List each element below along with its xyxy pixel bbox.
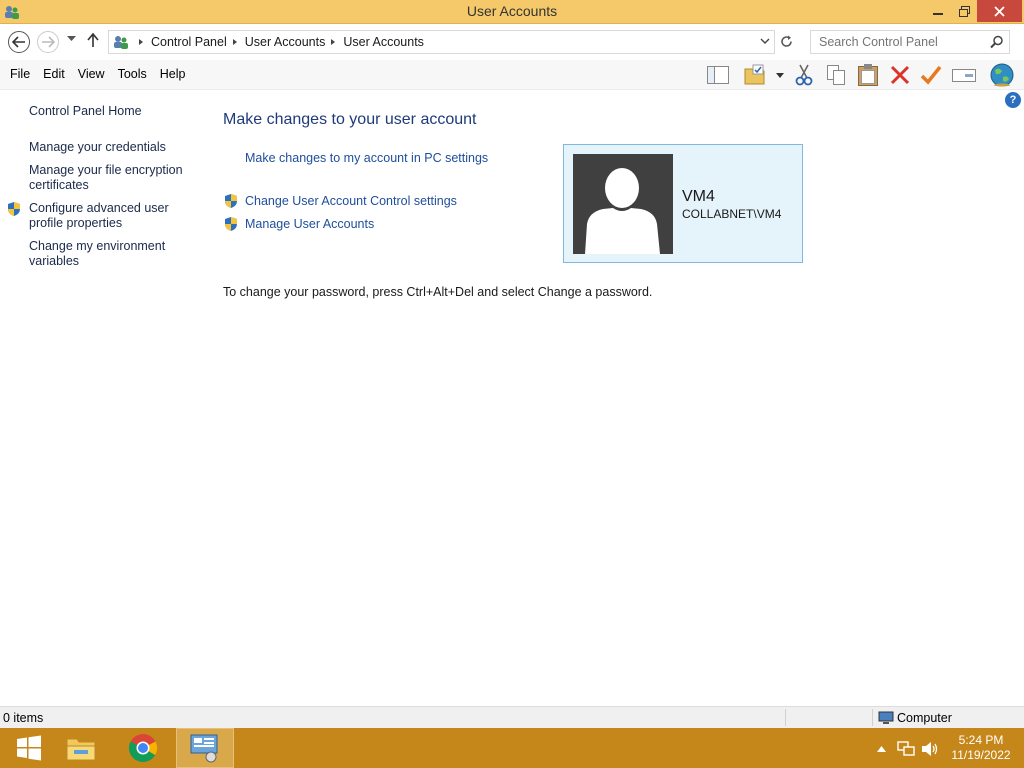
start-button[interactable] [0, 728, 58, 768]
taskbar-control-panel[interactable] [176, 728, 234, 768]
search-icon[interactable] [990, 35, 1004, 49]
breadcrumb-chevron-icon[interactable] [139, 39, 143, 45]
help-icon[interactable]: ? [1005, 92, 1021, 108]
menu-bar: File Edit View Tools Help [0, 67, 188, 81]
delete-button[interactable] [887, 62, 913, 88]
refresh-button[interactable] [777, 32, 795, 50]
uac-shield-icon [8, 202, 20, 216]
breadcrumb-chevron-icon[interactable] [331, 39, 336, 45]
taskbar-chrome[interactable] [114, 728, 172, 768]
chevron-down-icon[interactable] [776, 73, 784, 78]
windows-start-icon [17, 735, 41, 761]
check-icon [920, 65, 942, 85]
close-button[interactable] [977, 0, 1022, 22]
menu-tools[interactable]: Tools [108, 67, 147, 81]
file-explorer-icon [66, 738, 96, 761]
account-card: VM4 COLLABNET\VM4 [563, 144, 803, 263]
chevron-down-icon[interactable] [760, 38, 770, 45]
forward-arrow-icon [42, 36, 55, 48]
show-hidden-icons-icon[interactable] [877, 746, 886, 752]
uac-settings-link[interactable]: Change User Account Control settings [245, 194, 457, 208]
control-panel-icon [114, 36, 128, 49]
uac-shield-icon [225, 194, 237, 208]
rename-button[interactable] [951, 62, 977, 88]
up-arrow-icon[interactable] [87, 33, 99, 47]
menu-help[interactable]: Help [150, 67, 186, 81]
avatar [573, 154, 673, 254]
item-count: 0 items [3, 711, 44, 725]
clock-date: 11/19/2022 [951, 748, 1011, 762]
location-label: Computer [897, 711, 952, 725]
sidebar-item-advanced-user-profile[interactable]: Configure advanced user profile properti… [29, 201, 199, 231]
sidebar-item-manage-credentials[interactable]: Manage your credentials [29, 140, 199, 155]
volume-icon[interactable] [921, 741, 939, 757]
back-button[interactable] [8, 31, 30, 53]
minimize-icon [933, 13, 943, 15]
copy-icon [827, 65, 845, 85]
breadcrumb-user-accounts[interactable]: User Accounts [245, 35, 326, 49]
sidebar-item-file-encryption-certificates[interactable]: Manage your file encryption certificates [29, 163, 199, 193]
breadcrumb-user-accounts-current[interactable]: User Accounts [343, 35, 424, 49]
menu-toolbar-row: File Edit View Tools Help [0, 60, 1024, 90]
search-box[interactable] [810, 30, 1010, 54]
check-button[interactable] [918, 62, 944, 88]
manage-user-accounts-link[interactable]: Manage User Accounts [245, 217, 374, 231]
user-silhouette-icon [585, 168, 660, 254]
control-panel-icon [190, 734, 218, 763]
account-name: VM4 [682, 188, 715, 205]
rename-icon [952, 69, 976, 82]
pc-settings-link[interactable]: Make changes to my account in PC setting… [245, 151, 488, 165]
copy-button[interactable] [823, 62, 849, 88]
computer-icon [878, 711, 894, 724]
back-arrow-icon [12, 36, 25, 48]
breadcrumb-control-panel[interactable]: Control Panel [151, 35, 227, 49]
chrome-icon [128, 734, 158, 762]
paste-button[interactable] [855, 62, 881, 88]
breadcrumb: Control Panel User Accounts User Account… [133, 35, 424, 49]
menu-file[interactable]: File [0, 67, 30, 81]
uac-shield-icon [225, 217, 237, 231]
paste-icon [858, 64, 878, 86]
restore-button[interactable] [949, 0, 979, 22]
cut-icon [795, 64, 813, 86]
delete-icon [890, 65, 910, 85]
status-divider [872, 709, 873, 726]
window-title: User Accounts [466, 3, 558, 19]
recent-locations-dropdown[interactable] [67, 36, 76, 42]
restore-icon [958, 5, 970, 17]
taskbar-clock[interactable]: 5:24 PM 11/19/2022 [945, 733, 1017, 763]
close-icon [994, 5, 1005, 17]
taskbar: 5:24 PM 11/19/2022 [0, 728, 1024, 768]
folder-properties-icon [744, 64, 765, 85]
menu-edit[interactable]: Edit [33, 67, 65, 81]
address-bar[interactable]: Control Panel User Accounts User Account… [108, 30, 775, 54]
cut-button[interactable] [791, 62, 817, 88]
taskbar-file-explorer[interactable] [52, 728, 110, 768]
sidebar-item-environment-variables[interactable]: Change my environment variables [29, 239, 199, 269]
layout-pane-icon [707, 66, 729, 84]
password-instructions: To change your password, press Ctrl+Alt+… [223, 285, 653, 299]
layout-pane-button[interactable] [705, 62, 731, 88]
status-divider [785, 709, 786, 726]
globe-button[interactable] [989, 62, 1015, 88]
globe-icon [990, 63, 1014, 87]
network-icon[interactable] [897, 741, 915, 757]
search-input[interactable] [811, 31, 989, 53]
title-bar: User Accounts [0, 0, 1024, 24]
account-domain: COLLABNET\VM4 [682, 207, 782, 221]
menu-view[interactable]: View [68, 67, 105, 81]
sidebar-item-control-panel-home[interactable]: Control Panel Home [29, 104, 199, 119]
page-title: Make changes to your user account [223, 111, 477, 128]
status-bar: 0 items Computer [0, 706, 1024, 728]
clock-time: 5:24 PM [958, 733, 1004, 747]
refresh-icon [780, 35, 792, 47]
address-row: Control Panel User Accounts User Account… [0, 24, 1024, 60]
forward-button[interactable] [37, 31, 59, 53]
folder-properties-button[interactable] [743, 62, 769, 88]
breadcrumb-chevron-icon[interactable] [232, 39, 237, 45]
